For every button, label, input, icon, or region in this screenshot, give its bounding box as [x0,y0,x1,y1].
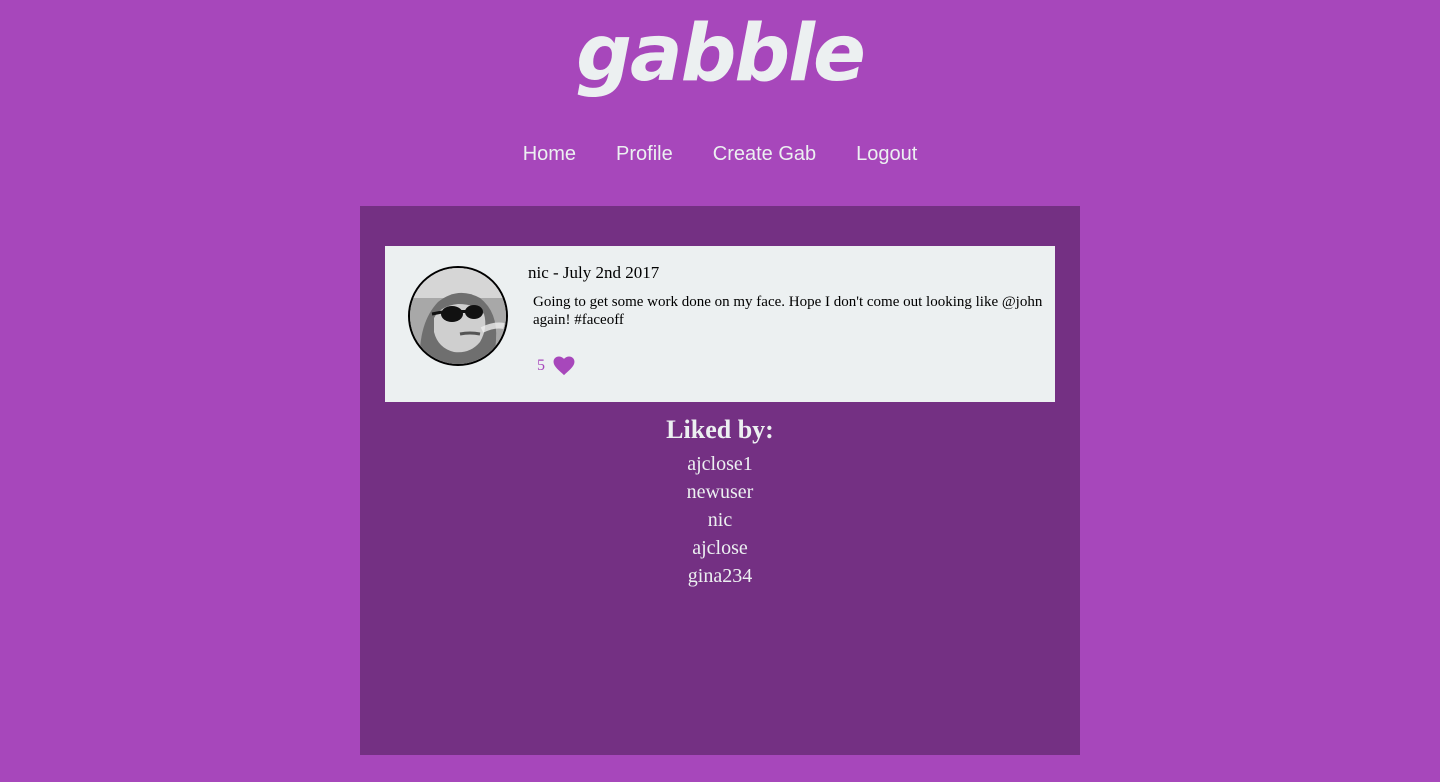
main-nav: Home Profile Create Gab Logout [0,142,1440,166]
nav-home-link[interactable]: Home [523,142,576,166]
liked-by-user[interactable]: nic [360,506,1080,534]
avatar-photo [410,268,506,364]
gabble-logo[interactable]: gabble [0,11,1440,98]
liked-by-heading: Liked by: [666,415,774,444]
heart-icon[interactable] [553,356,575,376]
liked-by-user[interactable]: gina234 [360,562,1080,590]
avatar[interactable] [408,266,508,366]
gab-detail-panel: nic - July 2nd 2017 Going to get some wo… [360,206,1080,755]
liked-by-user[interactable]: ajclose1 [360,450,1080,478]
liked-by-user[interactable]: ajclose [360,534,1080,562]
gab-text: Going to get some work done on my face. … [533,294,1043,328]
nav-profile-link[interactable]: Profile [616,142,673,166]
nav-create-gab-link[interactable]: Create Gab [713,142,816,166]
gab-author-date: nic - July 2nd 2017 [528,263,660,282]
like-button[interactable]: 5 [537,356,575,376]
gab-card: nic - July 2nd 2017 Going to get some wo… [385,246,1055,402]
nav-logout-link[interactable]: Logout [856,142,917,166]
liked-by-user[interactable]: newuser [360,478,1080,506]
like-count: 5 [537,357,545,374]
liked-by-list: ajclose1 newuser nic ajclose gina234 [360,450,1080,590]
